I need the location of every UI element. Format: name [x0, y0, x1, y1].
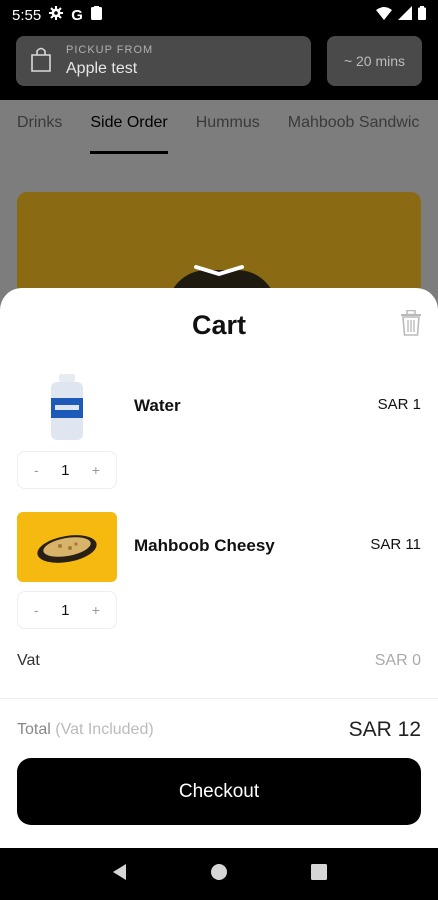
item-price: SAR 1	[377, 396, 421, 413]
water-bottle-image	[17, 372, 117, 442]
quantity-stepper: - 1 +	[17, 451, 117, 489]
pickup-label: PICKUP FROM	[66, 44, 154, 56]
status-time: 5:55	[12, 6, 42, 24]
item-name: Mahboob Cheesy	[134, 536, 275, 555]
total-note: (Vat Included)	[55, 721, 154, 738]
total-row: Total (Vat Included) SAR 12	[17, 718, 421, 742]
pickup-location: Apple test	[66, 60, 138, 77]
vat-value: SAR 0	[374, 652, 421, 669]
total-value: SAR 12	[348, 718, 421, 741]
quantity-stepper: - 1 +	[17, 591, 117, 629]
tab-mahboob-sandwich[interactable]: Mahboob Sandwic	[274, 100, 434, 156]
vat-label: Vat	[17, 652, 40, 669]
total-label: Total (Vat Included)	[17, 721, 154, 739]
status-bar: 5:55 G	[0, 0, 438, 30]
cart-title: Cart	[191, 310, 246, 340]
total-label-text: Total	[17, 721, 51, 738]
eta-badge[interactable]: ~ 20 mins	[327, 36, 422, 86]
increase-button[interactable]: +	[92, 602, 100, 618]
decrease-button[interactable]: -	[34, 602, 39, 618]
tab-hummus[interactable]: Hummus	[182, 100, 274, 156]
vat-row: Vat SAR 0	[17, 652, 421, 670]
battery-icon	[418, 6, 426, 24]
category-tabs: Drinks Side Order Hummus Mahboob Sandwic	[0, 100, 438, 156]
google-icon: G	[71, 6, 83, 24]
item-name: Water	[134, 396, 181, 415]
divider	[0, 698, 438, 699]
system-nav-bar	[0, 848, 438, 900]
quantity-value: 1	[61, 461, 70, 479]
checkout-button[interactable]: Checkout	[17, 758, 421, 825]
tab-drinks[interactable]: Drinks	[0, 100, 76, 156]
top-header: PICKUP FROM Apple test ~ 20 mins	[0, 30, 438, 100]
cart-sheet: Cart Water SAR 1 - 1 + Mahboob Cheesy SA…	[0, 265, 438, 848]
increase-button[interactable]: +	[92, 462, 100, 478]
quantity-value: 1	[61, 601, 70, 619]
signal-icon	[398, 6, 412, 24]
wifi-icon	[376, 6, 392, 24]
settings-icon	[49, 6, 64, 24]
tab-side-order[interactable]: Side Order	[76, 100, 181, 156]
clipboard-icon	[90, 6, 102, 24]
pickup-selector[interactable]: PICKUP FROM Apple test	[16, 36, 311, 86]
cheesy-dish-image	[17, 512, 117, 582]
cart-item: Mahboob Cheesy SAR 11	[17, 512, 421, 582]
back-icon[interactable]	[111, 863, 127, 886]
menu-background: Drinks Side Order Hummus Mahboob Sandwic	[0, 100, 438, 332]
home-icon[interactable]	[210, 863, 228, 886]
collapse-chevron-icon[interactable]	[193, 264, 245, 278]
decrease-button[interactable]: -	[34, 462, 39, 478]
cart-item: Water SAR 1	[17, 372, 421, 442]
recents-icon[interactable]	[310, 863, 327, 885]
trash-icon[interactable]	[400, 309, 422, 336]
bag-icon	[30, 46, 52, 77]
item-price: SAR 11	[370, 536, 421, 553]
